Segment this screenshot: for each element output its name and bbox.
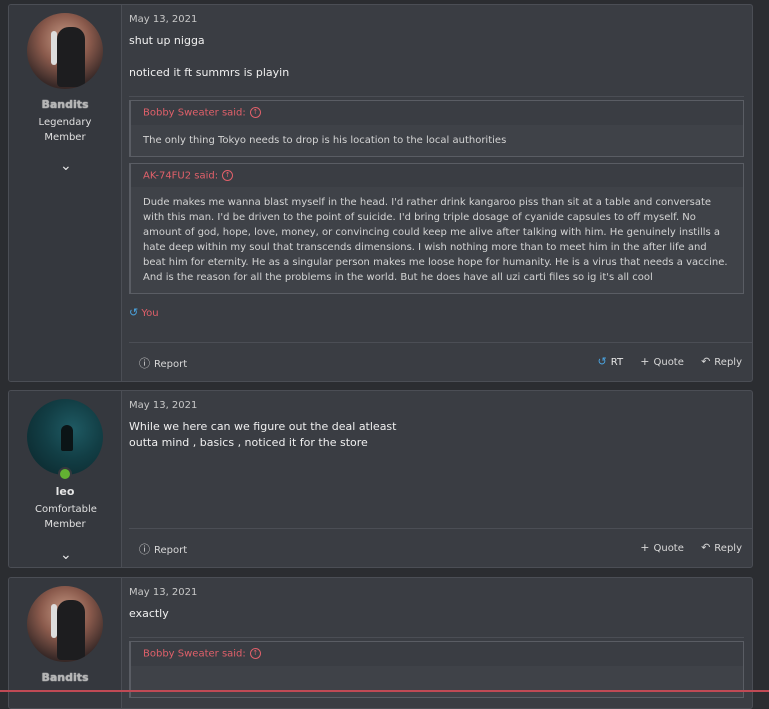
post-line: shut up nigga [129,34,205,47]
quote-block: Bobby Sweater said: ↑ The only thing Toky… [129,100,744,157]
quote-author[interactable]: AK-74FU2 said: ↑ [131,163,743,187]
user-title: Legendary Member [38,117,92,143]
plus-icon: + [640,355,650,368]
online-status-icon [58,467,72,481]
username[interactable]: Bandits [9,98,121,111]
chevron-down-icon[interactable]: ⌄ [60,548,72,562]
plus-icon: + [640,541,650,554]
post-body: exactly [129,606,752,622]
post-line: noticed it ft summrs is playin [129,66,290,79]
post: Bandits Legendary Member ⌄ May 13, 2021 … [8,4,753,382]
retweet-icon: ↺ [597,355,607,368]
post-user-panel: Bandits Legendary Member ⌄ [9,5,122,381]
divider [129,96,744,97]
quote-author[interactable]: Bobby Sweater said: ↑ [131,101,743,125]
arrow-up-circle-icon[interactable]: ↑ [249,648,261,659]
post-date[interactable]: May 13, 2021 [129,587,752,598]
quote-author-label: Bobby Sweater said: [143,107,246,119]
post-line: outta mind , basics , noticed it for the… [129,436,368,449]
post-body: shut up nigga noticed it ft summrs is pl… [129,33,752,81]
avatar[interactable] [27,586,103,662]
username[interactable]: leo [9,485,121,498]
quote-author[interactable]: Bobby Sweater said: ↑ [131,642,743,666]
user-title: Comfortable Member [35,504,97,530]
report-button[interactable]: ⓘ Report [139,355,187,371]
quote-body: The only thing Tokyo needs to drop is hi… [143,134,507,146]
quote-label: Quote [653,357,684,368]
quote-button[interactable]: + Quote [640,541,684,554]
post-footer: ⓘ Report + Quote ↶ Reply [129,528,752,567]
rt-button[interactable]: ↺ RT [597,355,624,368]
post-user-panel: Bandits [9,578,122,708]
retweet-icon: ↺ [129,306,139,319]
chevron-down-icon[interactable]: ⌄ [60,159,72,173]
quote-author-label: Bobby Sweater said: [143,648,246,660]
rt-label: RT [610,357,624,368]
avatar-figure [61,425,73,451]
quote-author-label: AK-74FU2 said: [143,170,219,181]
username[interactable]: Bandits [9,671,121,684]
reply-label: Reply [714,543,742,554]
post-line: While we here can we figure out the deal… [129,420,397,433]
reply-icon: ↶ [701,541,711,554]
avatar[interactable] [27,13,103,89]
post-main: May 13, 2021 exactly Bobby Sweater said:… [129,578,752,708]
arrow-up-circle-icon[interactable]: ↑ [249,107,261,118]
divider [129,637,744,638]
quote-label: Quote [653,543,684,554]
report-label: Report [154,545,188,556]
report-label: Report [154,359,188,370]
avatar-figure [57,27,85,87]
post-main: May 13, 2021 shut up nigga noticed it ft… [129,5,752,381]
post-line: exactly [129,607,169,620]
quote-block: AK-74FU2 said: ↑ Dude makes me wanna blas… [129,162,744,294]
arrow-up-circle-icon[interactable]: ↑ [222,169,234,181]
reactions-bar[interactable]: ↺ You [129,306,752,319]
quote-button[interactable]: + Quote [640,355,684,368]
avatar-figure [57,600,85,660]
post-date[interactable]: May 13, 2021 [129,400,752,411]
report-icon: ⓘ [139,357,150,370]
post-user-panel: leo Comfortable Member ⌄ [9,391,122,567]
post: leo Comfortable Member ⌄ May 13, 2021 Wh… [8,390,753,568]
post-footer: ⓘ Report ↺ RT + Quote ↶ Reply [129,342,752,381]
quote-body: Dude makes me wanna blast myself in the … [143,197,728,283]
avatar[interactable] [27,399,103,475]
reply-button[interactable]: ↶ Reply [701,355,742,368]
post-body: While we here can we figure out the deal… [129,419,752,451]
post-main: May 13, 2021 While we here can we figure… [129,391,752,567]
post-date[interactable]: May 13, 2021 [129,14,752,25]
reply-button[interactable]: ↶ Reply [701,541,742,554]
footer-actions: ↺ RT + Quote ↶ Reply [584,355,742,368]
report-icon: ⓘ [139,543,150,556]
reaction-users[interactable]: You [141,308,158,319]
report-button[interactable]: ⓘ Report [139,541,187,557]
footer-actions: + Quote ↶ Reply [626,541,742,554]
reply-label: Reply [714,357,742,368]
reply-icon: ↶ [701,355,711,368]
